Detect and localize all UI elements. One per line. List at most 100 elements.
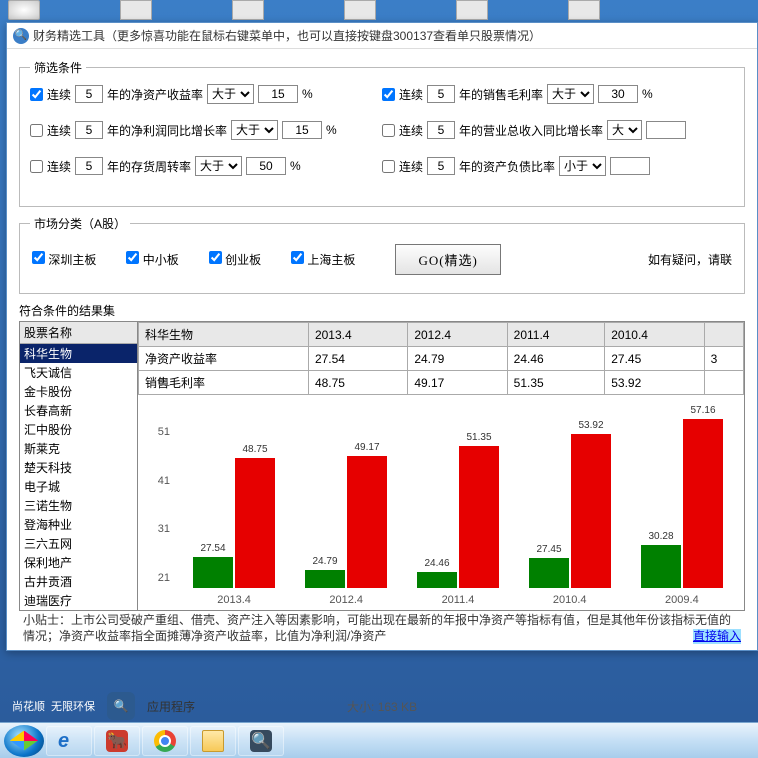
filter-check-5[interactable] (382, 160, 395, 173)
stock-item[interactable]: 斯莱克 (20, 439, 137, 458)
market-legend: 市场分类（A股） (30, 215, 130, 232)
x-tick: 2011.4 (442, 594, 475, 606)
filter-years-1[interactable] (427, 85, 455, 103)
stock-item[interactable]: 长春高新 (20, 401, 137, 420)
taskbar-chrome-button[interactable] (142, 726, 188, 756)
filter-val-2[interactable] (282, 121, 322, 139)
stock-item[interactable]: 三诺生物 (20, 496, 137, 515)
table-extra (704, 323, 743, 347)
filter-years-3[interactable] (427, 121, 455, 139)
filter-check-0[interactable] (30, 88, 43, 101)
table-corner: 科华生物 (139, 323, 309, 347)
filter-val-4[interactable] (246, 157, 286, 175)
table-row-label: 净资产收益率 (139, 347, 309, 371)
desktop-shortcut-icon[interactable] (456, 0, 488, 20)
start-button[interactable] (4, 725, 44, 757)
main-window: 🔍 财务精选工具（更多惊喜功能在鼠标右键菜单中，也可以直接按键盘300137查看… (6, 22, 758, 651)
filter-metric-label: 年的净利润同比增长率 (107, 122, 227, 139)
taskbar-search-button[interactable]: 🔍 (238, 726, 284, 756)
chart-bar: 27.45 (529, 558, 569, 588)
chart-bar: 49.17 (347, 456, 387, 588)
stock-item[interactable]: 楚天科技 (20, 458, 137, 477)
filter-op-2[interactable]: 大于 (231, 120, 278, 140)
stock-item[interactable]: 科华生物 (20, 344, 137, 363)
desktop-shortcut-icon[interactable] (568, 0, 600, 20)
taskbar: e 🐂 🔍 (0, 722, 758, 758)
chart-bar: 53.92 (571, 434, 611, 588)
filter-val-3[interactable] (646, 121, 686, 139)
table-cell: 48.75 (308, 371, 407, 395)
taskbar-app-button[interactable]: 🐂 (94, 726, 140, 756)
filter-check-2[interactable] (30, 124, 43, 137)
chart-bar: 24.79 (305, 570, 345, 588)
stock-item[interactable]: 古井贡酒 (20, 572, 137, 591)
chart-bar: 24.46 (417, 572, 457, 588)
bar-value-label: 27.54 (200, 543, 225, 554)
results-area: 股票名称 科华生物飞天诚信金卡股份长春高新汇中股份斯莱克楚天科技电子城三诺生物登… (19, 321, 745, 611)
chart-bar: 48.75 (235, 458, 275, 588)
taskbar-explorer-button[interactable] (190, 726, 236, 756)
market-opt-label: 深圳主板 (48, 253, 96, 267)
market-check-2[interactable] (209, 251, 222, 264)
recycle-bin-icon[interactable] (8, 0, 40, 20)
stock-list[interactable]: 股票名称 科华生物飞天诚信金卡股份长春高新汇中股份斯莱克楚天科技电子城三诺生物登… (20, 322, 138, 610)
continuous-label: 连续 (47, 122, 71, 139)
table-cell (704, 371, 743, 395)
filter-years-5[interactable] (427, 157, 455, 175)
stock-item[interactable]: 金卡股份 (20, 382, 137, 401)
filter-years-2[interactable] (75, 121, 103, 139)
stock-item[interactable]: 汇中股份 (20, 420, 137, 439)
continuous-label: 连续 (399, 158, 423, 175)
desktop-shortcut-icon[interactable] (232, 0, 264, 20)
stock-item[interactable]: 保利地产 (20, 553, 137, 572)
filter-op-0[interactable]: 大于 (207, 84, 254, 104)
go-button[interactable]: GO(精选) (395, 244, 500, 275)
results-legend: 符合条件的结果集 (19, 302, 745, 319)
search-app-icon[interactable]: 🔍 (107, 692, 135, 720)
market-check-3[interactable] (291, 251, 304, 264)
table-cell: 24.46 (507, 347, 605, 371)
filter-val-5[interactable] (610, 157, 650, 175)
table-cell: 49.17 (408, 371, 507, 395)
filter-fieldset: 筛选条件 连续 年的净资产收益率 大于 % 连续 年的销售毛利率 大于 % 连续… (19, 59, 745, 207)
stock-item[interactable]: 飞天诚信 (20, 363, 137, 382)
stock-item[interactable]: 三六五网 (20, 534, 137, 553)
filter-op-4[interactable]: 大于 (195, 156, 242, 176)
x-tick: 2009.4 (665, 594, 699, 606)
size-label: 大小: 163 KB (347, 698, 417, 715)
bar-value-label: 24.79 (312, 556, 337, 567)
table-cell: 51.35 (507, 371, 605, 395)
bar-value-label: 27.45 (536, 544, 561, 555)
desktop-shortcut-icon[interactable] (120, 0, 152, 20)
filter-val-0[interactable] (258, 85, 298, 103)
table-period-header: 2013.4 (308, 323, 407, 347)
filter-check-3[interactable] (382, 124, 395, 137)
filter-years-0[interactable] (75, 85, 103, 103)
filter-metric-label: 年的存货周转率 (107, 158, 191, 175)
stock-list-header: 股票名称 (20, 322, 137, 344)
filter-op-3[interactable]: 大 (607, 120, 642, 140)
desktop-shortcut-icon[interactable] (344, 0, 376, 20)
desktop-icons-row (0, 0, 758, 22)
window-title: 财务精选工具（更多惊喜功能在鼠标右键菜单中，也可以直接按键盘300137查看单只… (33, 27, 541, 44)
stock-item[interactable]: 迪瑞医疗 (20, 591, 137, 610)
filter-check-4[interactable] (30, 160, 43, 173)
filter-op-1[interactable]: 大于 (547, 84, 594, 104)
filter-op-5[interactable]: 小于 (559, 156, 606, 176)
app-label: 应用程序 (147, 698, 195, 715)
titlebar: 🔍 财务精选工具（更多惊喜功能在鼠标右键菜单中，也可以直接按键盘300137查看… (7, 23, 757, 49)
filter-years-4[interactable] (75, 157, 103, 175)
stock-item[interactable]: 登海种业 (20, 515, 137, 534)
market-check-0[interactable] (32, 251, 45, 264)
y-tick: 61 (158, 377, 170, 389)
filter-check-1[interactable] (382, 88, 395, 101)
filter-val-1[interactable] (598, 85, 638, 103)
market-opt-label: 上海主板 (307, 253, 355, 267)
market-check-1[interactable] (126, 251, 139, 264)
chart-bar: 57.16 (683, 419, 723, 588)
direct-input-link[interactable]: 直接输入 (693, 629, 741, 645)
bar-value-label: 51.35 (466, 432, 491, 443)
pct-label: % (302, 87, 313, 101)
taskbar-ie-button[interactable]: e (46, 726, 92, 756)
stock-item[interactable]: 电子城 (20, 477, 137, 496)
